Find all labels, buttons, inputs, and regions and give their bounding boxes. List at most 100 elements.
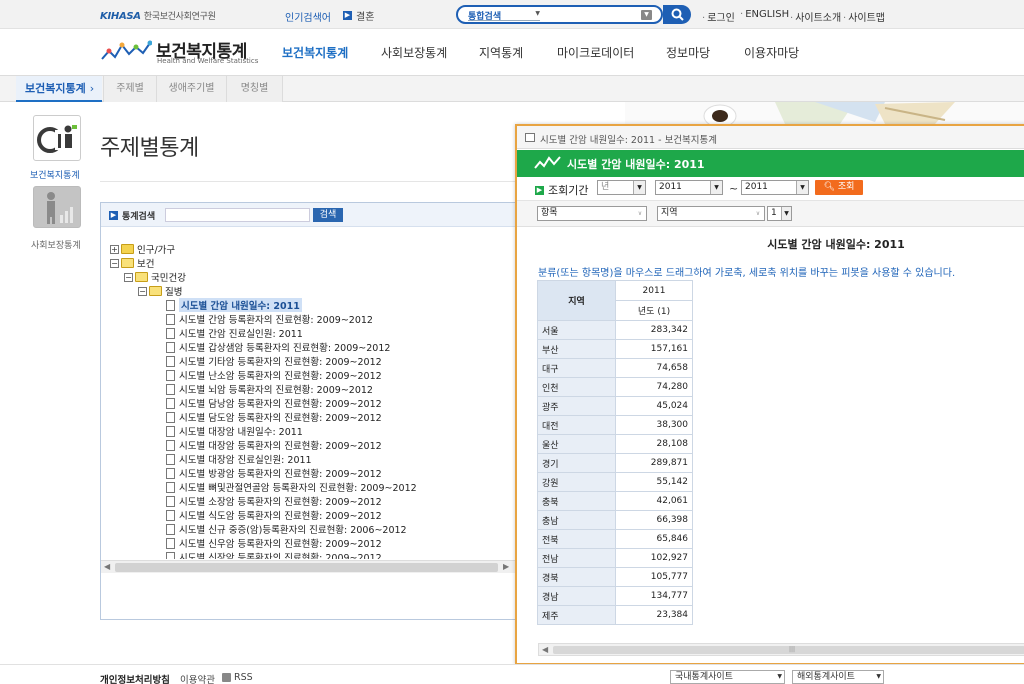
region-column-header[interactable]: 지역: [537, 280, 616, 321]
collapse-icon[interactable]: −: [110, 258, 119, 268]
value-cell: 289,871: [615, 453, 693, 473]
tree-node-population[interactable]: + 인구/가구: [110, 242, 175, 256]
tree-leaf[interactable]: 시도별 갑상샘암 등록환자의 진료현황: 2009~2012: [166, 340, 390, 354]
document-icon: [166, 341, 175, 353]
tree-leaf-label: 시도별 뼈및관절연골암 등록환자의 진료현황: 2009~2012: [179, 483, 417, 494]
folder-icon: [121, 244, 134, 254]
tree-leaf[interactable]: 시도별 기타암 등록환자의 진료현황: 2009~2012: [166, 354, 382, 368]
health-welfare-icon[interactable]: [33, 115, 81, 161]
tab-life-cycle[interactable]: 생애주기별: [156, 76, 226, 102]
scrollbar-thumb[interactable]: |||: [553, 646, 1024, 654]
table-row: 서울 283,342: [537, 320, 693, 340]
tree-leaf[interactable]: 시도별 신규 중증(암)등록환자의 진료현황: 2006~2012: [166, 522, 407, 536]
tree-search-button[interactable]: 검색: [313, 208, 343, 222]
tree-leaf[interactable]: 시도별 소장암 등록환자의 진료현황: 2009~2012: [166, 494, 382, 508]
tree-leaf[interactable]: 시도별 뇌암 등록환자의 진료현황: 2009~2012: [166, 382, 373, 396]
tree-leaf[interactable]: 시도별 대장암 내원일수: 2011: [166, 424, 303, 438]
org-logo[interactable]: KIHASA 한국보건사회연구원: [100, 9, 216, 22]
login-link[interactable]: 로그인: [702, 9, 735, 24]
tree-node-national-health[interactable]: − 국민건강: [124, 270, 186, 284]
tree-leaf[interactable]: 시도별 신장암 등록환자의 진료현황: 2009~2012: [166, 550, 382, 559]
tree-horizontal-scrollbar[interactable]: ◀ ▶: [101, 560, 516, 573]
scroll-left-icon[interactable]: ◀: [104, 562, 110, 571]
nav-regional[interactable]: 지역통계: [479, 44, 523, 61]
collapse-icon[interactable]: −: [124, 272, 133, 282]
tree-leaf[interactable]: 시도별 식도암 등록환자의 진료현황: 2009~2012: [166, 508, 382, 522]
popup-horizontal-scrollbar[interactable]: ◀ |||: [538, 643, 1024, 656]
query-button[interactable]: 🔍︎ 조회: [815, 180, 863, 195]
rss-link[interactable]: RSS: [222, 672, 253, 683]
footer: 개인정보처리방침 이용약관 RSS 국내통계사이트 해외통계사이트: [0, 664, 1024, 684]
scroll-left-icon[interactable]: ◀: [542, 645, 548, 654]
popular-keywords-link[interactable]: 인기검색어: [285, 9, 331, 24]
tree-leaf[interactable]: 시도별 간암 진료실인원: 2011: [166, 326, 303, 340]
social-security-icon[interactable]: [33, 186, 81, 228]
item-filter-select[interactable]: 항목 ∨: [537, 206, 647, 221]
tree-leaf[interactable]: 시도별 신우암 등록환자의 진료현황: 2009~2012: [166, 536, 382, 550]
sitemap-link[interactable]: 사이트맵: [843, 9, 885, 24]
terms-link[interactable]: 이용약관: [180, 672, 215, 684]
popup-titlebar[interactable]: 시도별 간암 내원일수: 2011 - 보건복지통계: [517, 126, 1024, 149]
nav-social-security[interactable]: 사회보장통계: [381, 44, 447, 61]
region-cell: 대전: [537, 415, 616, 435]
tree-leaf[interactable]: 시도별 간암 내원일수: 2011: [166, 298, 302, 312]
scrollbar-thumb[interactable]: [115, 563, 498, 572]
nav-health-welfare[interactable]: 보건복지통계: [282, 44, 348, 61]
region-cell: 충북: [537, 491, 616, 511]
tree-leaf[interactable]: 시도별 담낭암 등록환자의 진료현황: 2009~2012: [166, 396, 382, 410]
expand-icon[interactable]: +: [110, 244, 119, 254]
unit-column-header[interactable]: 년도 (1): [615, 300, 693, 321]
nav-info[interactable]: 정보마당: [666, 44, 710, 61]
document-icon: [166, 537, 175, 549]
tree-node-disease[interactable]: − 질병: [138, 284, 182, 298]
domestic-sites-select[interactable]: 국내통계사이트: [670, 670, 785, 684]
privacy-policy-link[interactable]: 개인정보처리방침: [100, 672, 170, 684]
scroll-right-icon[interactable]: ▶: [503, 562, 509, 571]
to-year-select[interactable]: 2011 ▼: [741, 180, 809, 195]
chevron-down-icon: ∨: [752, 207, 764, 220]
search-dropdown-icon[interactable]: ▼: [641, 10, 652, 20]
english-link[interactable]: ENGLISH: [740, 9, 789, 20]
tree-leaf[interactable]: 시도별 뼈및관절연골암 등록환자의 진료현황: 2009~2012: [166, 480, 417, 494]
tree-leaf-label: 시도별 난소암 등록환자의 진료현황: 2009~2012: [179, 371, 382, 382]
value-cell: 283,342: [615, 320, 693, 340]
rolling-keyword-link[interactable]: ▶ 결혼: [343, 8, 374, 23]
tab-by-name[interactable]: 명칭별: [226, 76, 283, 102]
nav-microdata[interactable]: 마이크로데이터: [557, 44, 634, 61]
table-row: 광주 45,024: [537, 396, 693, 416]
tree-leaf[interactable]: 시도별 간암 등록환자의 진료현황: 2009~2012: [166, 312, 373, 326]
tab-by-topic[interactable]: 주제별: [103, 76, 156, 102]
value-cell: 74,658: [615, 358, 693, 378]
tree-search-input[interactable]: [165, 208, 310, 222]
region-filter-select[interactable]: 지역 ∨: [657, 206, 765, 221]
tree-node-health[interactable]: − 보건: [110, 256, 154, 270]
nav-users[interactable]: 이용자마당: [744, 44, 799, 61]
tree-leaf[interactable]: 시도별 담도암 등록환자의 진료현황: 2009~2012: [166, 410, 382, 424]
pivot-table: 지역 2011 년도 (1) 서울 283,342 부산 157,161 대구 74,…: [537, 280, 693, 625]
document-icon: [166, 551, 175, 559]
year-column-header[interactable]: 2011: [615, 280, 693, 301]
org-logo-mark: KIHASA: [100, 11, 141, 22]
search-input[interactable]: [546, 9, 646, 21]
tree-leaf[interactable]: 시도별 대장암 진료실인원: 2011: [166, 452, 312, 466]
search-scope-select[interactable]: 통합검색: [468, 9, 540, 22]
tree-leaf[interactable]: 시도별 방광암 등록환자의 진료현황: 2009~2012: [166, 466, 382, 480]
from-year-select[interactable]: 2011 ▼: [655, 180, 723, 195]
arrow-right-icon: ▶: [535, 185, 544, 195]
social-security-label[interactable]: 사회보장통계: [31, 238, 81, 251]
tree-leaf[interactable]: 시도별 난소암 등록환자의 진료현황: 2009~2012: [166, 368, 382, 382]
document-icon: [166, 509, 175, 521]
stats-popup-window: 시도별 간암 내원일수: 2011 - 보건복지통계 시도별 간암 내원일수: …: [515, 124, 1024, 665]
health-welfare-label[interactable]: 보건복지통계: [30, 168, 80, 181]
tree-leaf[interactable]: 시도별 대장암 등록환자의 진료현황: 2009~2012: [166, 438, 382, 452]
subnav-current[interactable]: 보건복지통계 ›: [16, 76, 102, 102]
document-icon: [166, 411, 175, 423]
site-logo[interactable]: 보건복지통계 Health and Welfare Statistics: [100, 37, 260, 69]
period-unit-select[interactable]: 년 ▼: [597, 180, 646, 195]
search-button[interactable]: [663, 5, 691, 24]
site-intro-link[interactable]: 사이트소개: [790, 9, 841, 24]
collapse-icon[interactable]: −: [138, 286, 147, 296]
tree-leaf-label: 시도별 소장암 등록환자의 진료현황: 2009~2012: [179, 497, 382, 508]
region-count-select[interactable]: 1 ▼: [767, 206, 792, 221]
overseas-sites-select[interactable]: 해외통계사이트: [792, 670, 884, 684]
